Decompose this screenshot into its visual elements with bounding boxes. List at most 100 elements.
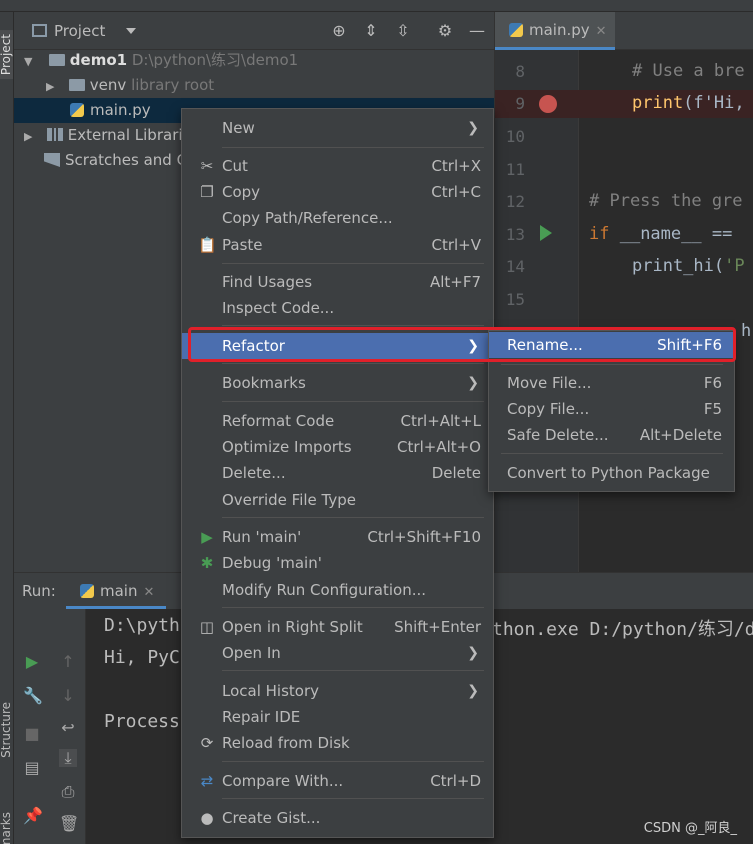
expand-all-icon[interactable]: ⇕: [362, 22, 380, 40]
close-icon[interactable]: ✕: [143, 585, 154, 600]
menu-item-new[interactable]: New ❯: [182, 115, 493, 141]
arrow-down-icon[interactable]: ↓: [59, 687, 77, 705]
menu-separator: [222, 263, 484, 264]
locate-icon[interactable]: ⊕: [330, 22, 348, 40]
project-panel-title: Project: [54, 22, 106, 40]
menu-item-run-main[interactable]: ▶ Run 'main' Ctrl+Shift+F10: [182, 524, 493, 550]
code-line[interactable]: h: [741, 321, 751, 341]
menu-item-reload-from-disk[interactable]: ⟳ Reload from Disk: [182, 730, 493, 756]
bookmarks-tool-button[interactable]: kmarks: [0, 812, 13, 844]
menu-item-paste[interactable]: 📋 Paste Ctrl+V: [182, 232, 493, 258]
code-line[interactable]: # Press the gre: [589, 191, 743, 211]
tree-item-demo1[interactable]: ▼ demo1 D:\python\练习\demo1: [24, 48, 298, 73]
context-menu: New ❯ ✂ Cut Ctrl+X ❐ Copy Ctrl+C Copy Path/Re…: [181, 108, 494, 838]
arrow-up-icon[interactable]: ↑: [59, 653, 77, 671]
code-line[interactable]: print(f'Hi,: [632, 93, 745, 113]
menu-item-repair-ide[interactable]: Repair IDE: [182, 704, 493, 730]
stop-icon[interactable]: ■: [23, 725, 41, 743]
chevron-down-icon[interactable]: ▼: [24, 49, 34, 74]
menu-item-safe-delete[interactable]: Safe Delete... Alt+Delete: [489, 422, 734, 448]
line-number: 13: [505, 225, 525, 244]
menu-item-delete[interactable]: Delete... Delete: [182, 460, 493, 486]
menu-item-cut[interactable]: ✂ Cut Ctrl+X: [182, 153, 493, 179]
run-gutter-icon[interactable]: [540, 225, 552, 241]
gear-icon[interactable]: ⚙: [436, 22, 454, 40]
editor-tab-label: main.py: [529, 21, 590, 39]
tree-item-scratches[interactable]: Scratches and C: [44, 148, 187, 173]
debug-icon: ✱: [200, 554, 214, 572]
menu-item-modify-run-config[interactable]: Modify Run Configuration...: [182, 577, 493, 603]
trash-icon[interactable]: 🗑: [59, 815, 79, 833]
reload-icon: ⟳: [200, 734, 214, 752]
scratches-icon: [44, 153, 60, 167]
menu-item-copy-file[interactable]: Copy File... F5: [489, 396, 734, 422]
layout-icon[interactable]: ▤: [23, 759, 41, 777]
tree-item-external-libraries[interactable]: ▶ External Librarie: [24, 123, 192, 148]
code-line[interactable]: if __name__ ==: [589, 224, 732, 244]
menu-item-rename[interactable]: Rename... Shift+F6: [489, 332, 734, 358]
run-toolbar-secondary: ↑ ↓ ↩ ⤓ ⎙ 🗑: [50, 609, 86, 844]
watermark: CSDN @_阿良_: [643, 821, 737, 836]
chevron-right-icon[interactable]: ▶: [24, 124, 34, 149]
menu-separator: [222, 325, 484, 326]
code-line[interactable]: # Use a bre: [632, 61, 745, 81]
soft-wrap-icon[interactable]: ↩: [59, 719, 77, 737]
close-icon[interactable]: ✕: [596, 24, 607, 39]
menu-item-override-file-type[interactable]: Override File Type: [182, 487, 493, 513]
run-tab-main[interactable]: main ✕: [66, 573, 166, 609]
menu-separator: [501, 453, 723, 454]
menu-item-copy-path[interactable]: Copy Path/Reference...: [182, 205, 493, 231]
minimize-icon[interactable]: —: [468, 22, 486, 40]
tree-item-label: Scratches and C: [65, 151, 188, 169]
menu-item-refactor[interactable]: Refactor ❯: [182, 333, 493, 359]
menu-separator: [222, 761, 484, 762]
line-number: 14: [505, 257, 525, 276]
menu-item-convert-to-package[interactable]: Convert to Python Package: [489, 460, 734, 486]
wrench-icon[interactable]: 🔧: [23, 687, 43, 705]
menu-item-move-file[interactable]: Move File... F6: [489, 370, 734, 396]
console-line-continuation: thon.exe D:/python/练习/d: [492, 619, 753, 640]
left-tool-stripe: Project Structure kmarks: [0, 12, 14, 844]
code-line[interactable]: print_hi('P: [632, 256, 745, 276]
menu-item-open-right-split[interactable]: ◫ Open in Right Split Shift+Enter: [182, 614, 493, 640]
menu-item-debug-main[interactable]: ✱ Debug 'main': [182, 550, 493, 576]
menu-item-optimize-imports[interactable]: Optimize Imports Ctrl+Alt+O: [182, 434, 493, 460]
menu-item-open-in[interactable]: Open In ❯: [182, 640, 493, 666]
console-line: D:\pyth: [104, 615, 180, 636]
menu-separator: [222, 517, 484, 518]
menu-item-inspect-code[interactable]: Inspect Code...: [182, 295, 493, 321]
refactor-submenu: Rename... Shift+F6 Move File... F6 Copy Fi…: [488, 330, 735, 492]
menu-item-create-gist[interactable]: ● Create Gist...: [182, 805, 493, 831]
chevron-right-icon: ❯: [467, 645, 479, 661]
menu-separator: [222, 607, 484, 608]
menu-separator: [222, 401, 484, 402]
scissors-icon: ✂: [200, 157, 214, 175]
chevron-right-icon: ❯: [467, 338, 479, 354]
rerun-icon[interactable]: ▶: [23, 653, 41, 671]
tree-item-path: D:\python\练习\demo1: [131, 51, 299, 69]
editor-tab-main-py[interactable]: main.py ✕: [495, 12, 615, 50]
menu-separator: [222, 798, 484, 799]
tree-item-venv[interactable]: ▶ venv library root: [46, 73, 214, 98]
menu-item-find-usages[interactable]: Find Usages Alt+F7: [182, 269, 493, 295]
menu-separator: [501, 364, 723, 365]
menu-item-reformat-code[interactable]: Reformat Code Ctrl+Alt+L: [182, 408, 493, 434]
collapse-all-icon[interactable]: ⇳: [394, 22, 412, 40]
tree-item-label: demo1: [69, 51, 128, 69]
project-tool-button[interactable]: Project: [0, 30, 13, 80]
chevron-down-icon[interactable]: [126, 28, 136, 34]
line-number: 8: [515, 62, 525, 81]
menu-item-local-history[interactable]: Local History ❯: [182, 678, 493, 704]
breakpoint-icon[interactable]: [539, 95, 557, 113]
pin-icon[interactable]: 📌: [23, 807, 43, 825]
menu-item-bookmarks[interactable]: Bookmarks ❯: [182, 370, 493, 396]
tree-item-note: library root: [131, 76, 215, 94]
line-number: 9: [515, 94, 525, 113]
menu-item-compare-with[interactable]: ⇄ Compare With... Ctrl+D: [182, 768, 493, 794]
chevron-right-icon[interactable]: ▶: [46, 74, 56, 99]
scroll-to-end-icon[interactable]: ⤓: [59, 749, 77, 767]
print-icon[interactable]: ⎙: [59, 783, 77, 801]
structure-tool-button[interactable]: Structure: [0, 702, 13, 758]
menu-item-copy[interactable]: ❐ Copy Ctrl+C: [182, 179, 493, 205]
title-bar-edge: [0, 0, 753, 12]
